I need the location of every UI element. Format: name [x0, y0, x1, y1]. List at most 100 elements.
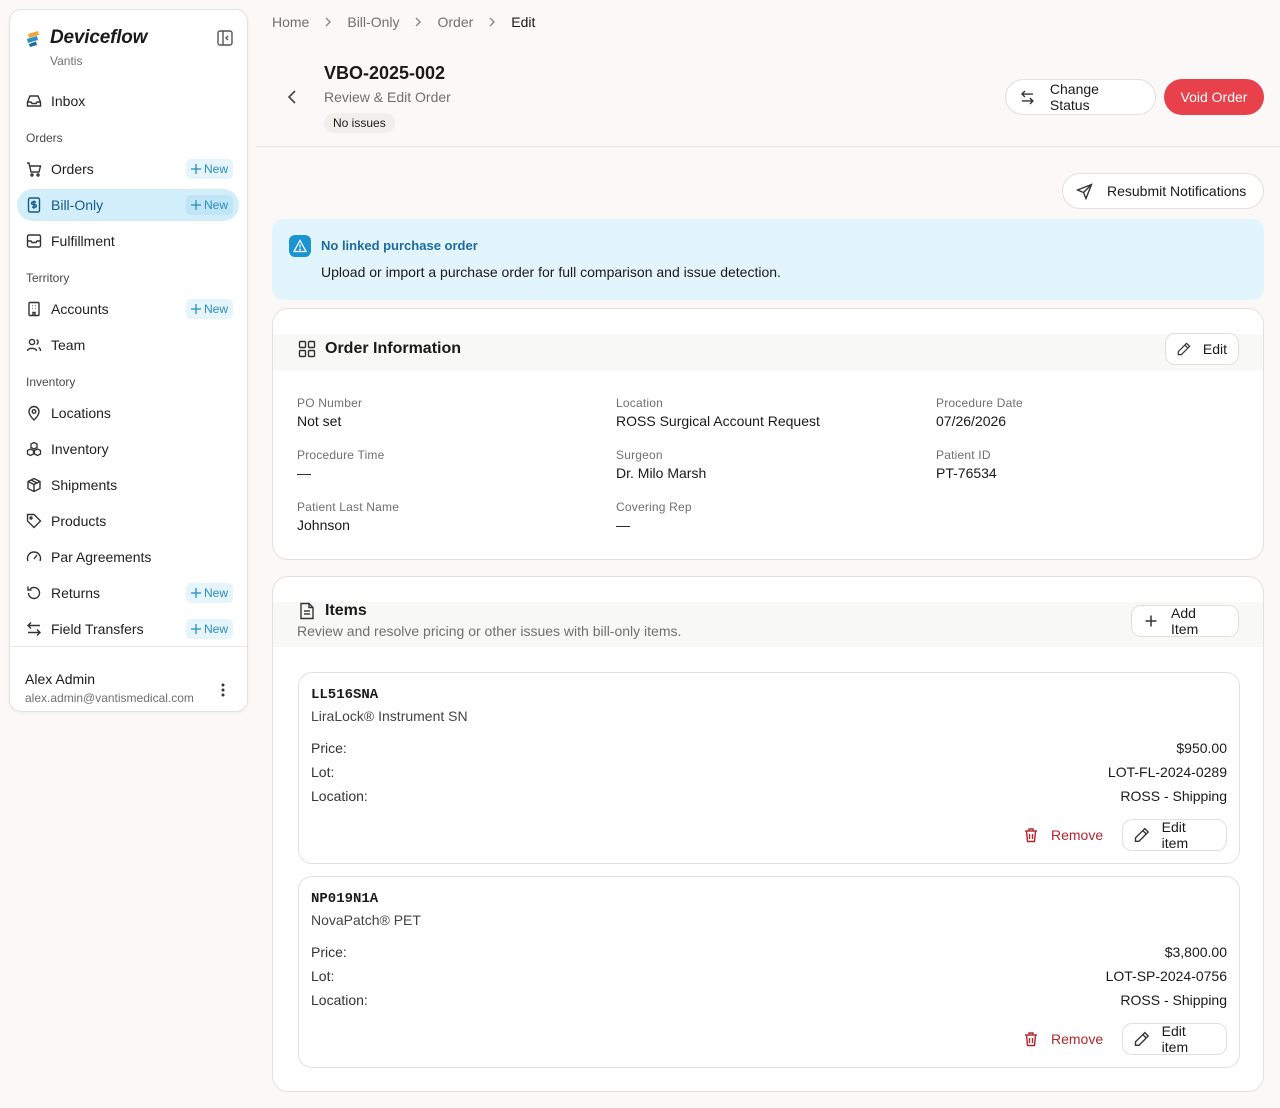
- collapse-sidebar-icon[interactable]: [216, 29, 234, 47]
- breadcrumb-order[interactable]: Order: [437, 14, 473, 30]
- brand[interactable]: Deviceflow: [25, 27, 147, 49]
- location-value: ROSS - Shipping: [1120, 788, 1227, 804]
- section-inventory: Inventory: [26, 375, 76, 389]
- gauge-icon: [26, 551, 42, 562]
- sidebar-item-field-transfers[interactable]: Field Transfers New: [17, 613, 239, 645]
- edit-item-button[interactable]: Edit item: [1122, 819, 1227, 851]
- item-name: NovaPatch® PET: [311, 912, 421, 928]
- field-label-patient-last-name: Patient Last Name: [297, 500, 400, 514]
- inbox-icon: [26, 95, 42, 107]
- breadcrumb-bill-only[interactable]: Bill-Only: [347, 14, 399, 30]
- pencil-icon: [1134, 1031, 1150, 1047]
- field-label-procedure-time: Procedure Time: [297, 448, 385, 462]
- sidebar: Deviceflow Vantis Inbox Orders Orders Ne…: [9, 9, 248, 712]
- breadcrumb-home[interactable]: Home: [272, 14, 309, 30]
- item-sku: NP019N1A: [311, 891, 379, 907]
- users-icon: [26, 338, 42, 352]
- sidebar-item-team[interactable]: Team: [17, 329, 239, 361]
- sidebar-item-label: Returns: [51, 585, 101, 601]
- plus-icon: [190, 304, 201, 314]
- sidebar-item-inbox[interactable]: Inbox: [17, 85, 239, 117]
- header-divider: [256, 146, 1280, 147]
- sidebar-item-label: Bill-Only: [51, 197, 104, 213]
- tag-icon: [26, 513, 42, 529]
- item-card: NP019N1A NovaPatch® PET Price: $3,800.00…: [298, 876, 1240, 1068]
- add-item-label: Add Item: [1171, 605, 1199, 637]
- arrows-exchange-icon: [1020, 90, 1034, 104]
- new-order-button[interactable]: New: [185, 159, 233, 179]
- sidebar-item-label: Shipments: [51, 477, 118, 493]
- price-value: $3,800.00: [1164, 944, 1227, 960]
- chevron-left-icon: [287, 90, 296, 104]
- field-label-location: Location: [616, 396, 663, 410]
- sidebar-item-label: Par Agreements: [51, 549, 152, 565]
- sidebar-item-accounts[interactable]: Accounts New: [17, 293, 239, 325]
- field-value-patient-id: PT-76534: [936, 465, 997, 481]
- new-label: New: [203, 586, 228, 600]
- add-item-button[interactable]: Add Item: [1131, 605, 1239, 637]
- back-button[interactable]: [284, 88, 302, 106]
- user-email: alex.admin@vantismedical.com: [25, 691, 194, 705]
- alert-no-linked-po: No linked purchase order Upload or impor…: [272, 219, 1264, 300]
- field-value-procedure-time: —: [297, 465, 311, 481]
- resubmit-label: Resubmit Notifications: [1107, 183, 1247, 199]
- field-label-covering-rep: Covering Rep: [616, 500, 692, 514]
- pencil-icon: [1177, 342, 1191, 356]
- sidebar-item-locations[interactable]: Locations: [17, 397, 239, 429]
- change-status-label: Change Status: [1049, 81, 1099, 113]
- field-value-procedure-date: 07/26/2026: [936, 413, 1007, 429]
- sidebar-item-inventory[interactable]: Inventory: [17, 433, 239, 465]
- sidebar-item-fulfillment[interactable]: Fulfillment: [17, 225, 239, 257]
- remove-item-button[interactable]: Remove: [1023, 1023, 1103, 1055]
- sidebar-item-label: Products: [51, 513, 107, 529]
- lot-label: Lot:: [311, 764, 335, 780]
- location-label: Location:: [311, 788, 368, 804]
- edit-order-button[interactable]: Edit: [1165, 333, 1239, 365]
- remove-item-button[interactable]: Remove: [1023, 819, 1103, 851]
- new-field-transfer-button[interactable]: New: [185, 619, 233, 639]
- field-value-surgeon: Dr. Milo Marsh: [616, 465, 707, 481]
- sidebar-item-bill-only[interactable]: Bill-Only New: [17, 189, 239, 221]
- lot-label: Lot:: [311, 968, 335, 984]
- plus-icon: [190, 588, 201, 598]
- item-card: LL516SNA LiraLock® Instrument SN Price: …: [298, 672, 1240, 864]
- section-orders: Orders: [26, 131, 63, 145]
- sidebar-item-par-agreements[interactable]: Par Agreements: [17, 541, 239, 573]
- lot-value: LOT-FL-2024-0289: [1107, 764, 1227, 780]
- tenant-name: Vantis: [50, 54, 83, 68]
- user-profile[interactable]: Alex Admin alex.admin@vantismedical.com: [10, 646, 247, 712]
- sidebar-item-label: Inbox: [51, 93, 86, 109]
- price-label: Price:: [311, 944, 347, 960]
- user-name: Alex Admin: [25, 671, 96, 687]
- app-name: Deviceflow: [50, 27, 148, 48]
- alert-title: No linked purchase order: [321, 238, 478, 253]
- change-status-button[interactable]: Change Status: [1005, 79, 1156, 115]
- new-label: New: [203, 162, 228, 176]
- building-icon: [28, 301, 40, 317]
- new-return-button[interactable]: New: [185, 583, 233, 603]
- new-label: New: [203, 198, 228, 212]
- chevron-right-icon: [325, 17, 332, 27]
- send-icon: [1076, 182, 1093, 200]
- field-label-patient-id: Patient ID: [936, 448, 991, 462]
- item-sku: LL516SNA: [311, 687, 379, 703]
- edit-item-button[interactable]: Edit item: [1122, 1023, 1227, 1055]
- page-subtitle: Review & Edit Order: [324, 89, 451, 105]
- field-value-location: ROSS Surgical Account Request: [616, 413, 820, 429]
- void-order-button[interactable]: Void Order: [1164, 79, 1264, 115]
- sidebar-item-products[interactable]: Products: [17, 505, 239, 537]
- resubmit-notifications-button[interactable]: Resubmit Notifications: [1062, 173, 1264, 209]
- field-value-covering-rep: —: [616, 517, 630, 533]
- chevron-right-icon: [489, 17, 496, 27]
- more-vertical-icon[interactable]: [214, 681, 232, 699]
- sidebar-item-orders[interactable]: Orders New: [17, 153, 239, 185]
- card-title: Order Information: [325, 340, 462, 357]
- trash-icon: [1025, 828, 1037, 843]
- sidebar-item-label: Accounts: [51, 301, 109, 317]
- sidebar-item-returns[interactable]: Returns New: [17, 577, 239, 609]
- new-bill-only-button[interactable]: New: [185, 195, 233, 215]
- breadcrumb-edit: Edit: [511, 14, 536, 30]
- breadcrumb: Home Bill-Only Order Edit: [272, 14, 535, 30]
- new-account-button[interactable]: New: [185, 299, 233, 319]
- sidebar-item-shipments[interactable]: Shipments: [17, 469, 239, 501]
